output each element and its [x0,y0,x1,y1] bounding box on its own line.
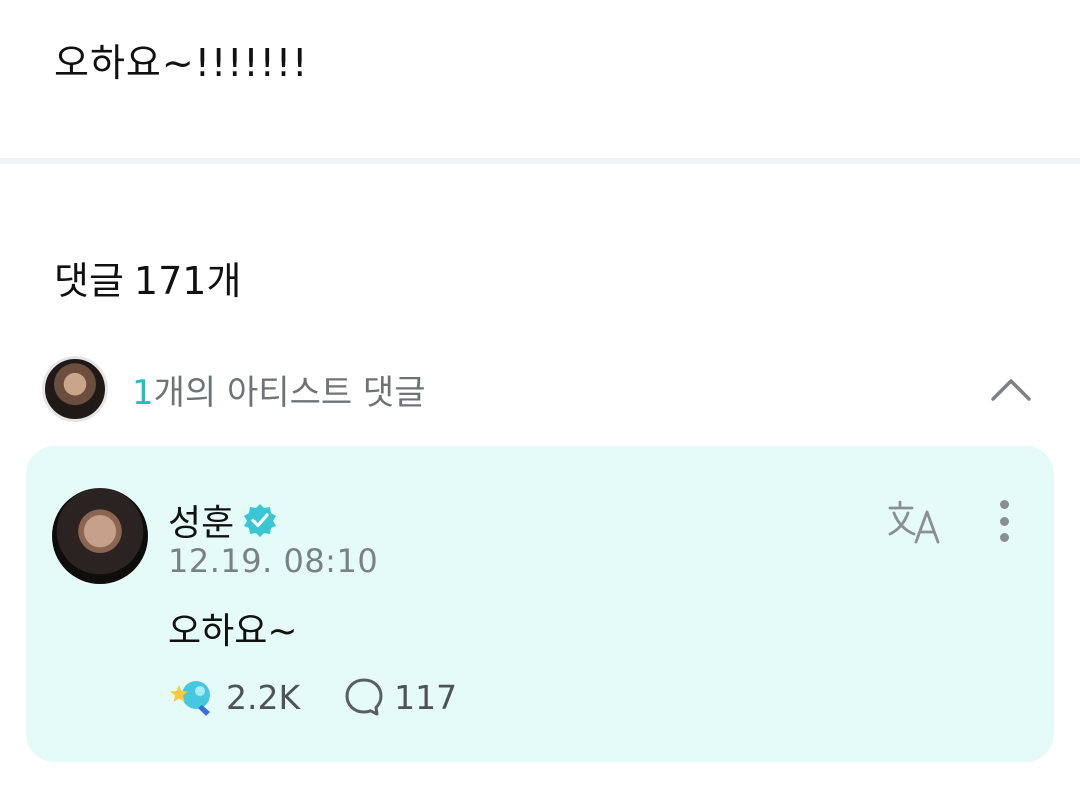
collapse-button[interactable] [988,366,1034,412]
commenter-name[interactable]: 성훈 [168,494,234,546]
comments-header: 댓글 171개 [54,250,241,305]
reply-bubble-icon [345,678,383,716]
more-vertical-icon [999,500,1009,509]
more-options-button[interactable] [984,496,1024,546]
post-text: 오하요~!!!!!!! [54,41,309,85]
comment-timestamp: 12.19. 08:10 [168,542,379,580]
translate-button[interactable] [888,498,944,546]
section-divider [0,158,1080,164]
like-button[interactable]: 2.2K [168,675,300,719]
artist-comments-row[interactable]: 1개의 아티스트 댓글 [42,356,1042,422]
comments-count: 171개 [133,259,242,303]
artist-comments-number: 1 [132,372,154,413]
artist-comments-label: 개의 아티스트 댓글 [153,372,426,413]
translate-icon [888,500,940,544]
commenter-avatar[interactable] [52,488,148,584]
like-reaction-icon [170,681,210,716]
artist-avatar [42,356,108,422]
comment-body: 오하요~ [168,611,298,652]
artist-comment-card: 성훈 12.19. 08:10 오하요~ 2.2K 117 [26,446,1054,762]
chevron-up-icon [991,379,1031,401]
reply-count: 117 [394,677,458,717]
like-count: 2.2K [226,677,301,717]
commenter-name-row: 성훈 [168,494,278,546]
comments-label: 댓글 [54,259,124,303]
verified-badge-icon [244,504,277,537]
artist-comments-summary: 1개의 아티스트 댓글 [132,365,426,414]
comment-reactions: 2.2K 117 [168,674,457,720]
reply-button[interactable]: 117 [344,677,457,717]
